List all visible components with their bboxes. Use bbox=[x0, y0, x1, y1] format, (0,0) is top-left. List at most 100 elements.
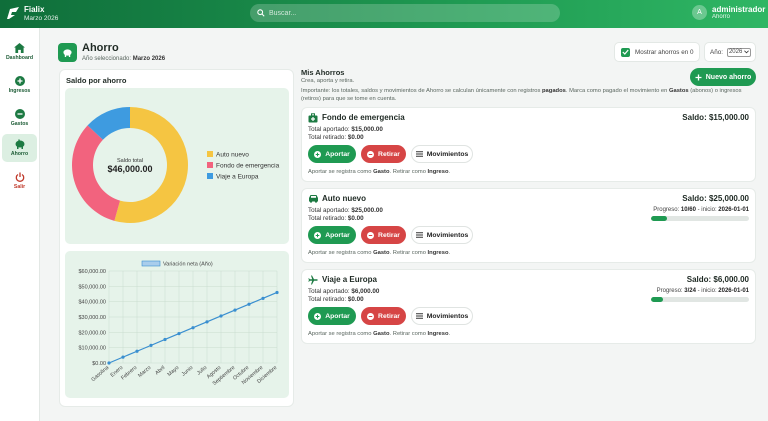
home-icon bbox=[14, 43, 25, 53]
medkit-icon bbox=[308, 113, 318, 123]
data-point[interactable] bbox=[261, 296, 265, 300]
retirar-button[interactable]: Retirar bbox=[361, 226, 406, 244]
footer-bold: Gasto bbox=[373, 331, 390, 337]
card-progress-text: Progreso: 3/24 - inicio: 2026-01-01 bbox=[657, 288, 749, 294]
progress-label: Progreso: bbox=[653, 207, 680, 213]
inicio-label: - inicio: bbox=[697, 207, 717, 213]
donut-chart: Saldo total $46,000.00 Auto nuevoFondo d… bbox=[72, 107, 280, 223]
x-tick-label: Mayo bbox=[167, 365, 181, 378]
check-icon bbox=[622, 49, 629, 55]
list-icon bbox=[415, 151, 423, 157]
retirar-button[interactable]: Retirar bbox=[361, 145, 406, 163]
card-progress-text: Progreso: 10/60 - inicio: 2026-01-01 bbox=[653, 207, 749, 213]
progress-value: 3/24 bbox=[684, 288, 696, 294]
data-point[interactable] bbox=[163, 337, 167, 342]
legend-swatch bbox=[207, 162, 213, 168]
ahorro-card: Fondo de emergencia Saldo: $15,000.00 To… bbox=[301, 107, 756, 182]
x-tick-label: Abril bbox=[154, 365, 166, 376]
search-input[interactable] bbox=[269, 9, 549, 17]
chevron-down-icon bbox=[744, 50, 750, 54]
card-total-retirado: Total retirado: $0.00 bbox=[308, 215, 364, 222]
sidebar-item-dashboard[interactable]: Dashboard bbox=[2, 38, 37, 66]
y-tick-label: $10,000.00 bbox=[78, 346, 106, 352]
card-total-aportado: Total aportado: $25,000.00 bbox=[308, 207, 383, 214]
footer-text: Aportar se registra como bbox=[308, 250, 374, 256]
aportar-button[interactable]: Aportar bbox=[308, 145, 356, 163]
data-point[interactable] bbox=[121, 355, 125, 359]
data-point[interactable] bbox=[177, 332, 181, 336]
retirar-label: Retirar bbox=[378, 150, 400, 158]
legend-label: Auto nuevo bbox=[216, 152, 249, 159]
minus-circle-icon bbox=[367, 150, 375, 158]
retirado-label: Total retirado: bbox=[308, 296, 347, 303]
aportado-value: $6,000.00 bbox=[351, 288, 380, 295]
card-saldo: Saldo: $15,000.00 bbox=[682, 113, 749, 122]
search-bar[interactable] bbox=[250, 4, 560, 22]
data-point[interactable] bbox=[135, 349, 139, 353]
data-point[interactable] bbox=[191, 326, 195, 330]
card-total-retirado: Total retirado: $0.00 bbox=[308, 296, 364, 303]
avatar[interactable]: A bbox=[692, 5, 707, 20]
year-select[interactable]: 2026 bbox=[726, 47, 752, 57]
minus-circle-icon bbox=[367, 312, 375, 320]
footer-text: . Retirar como bbox=[389, 250, 428, 256]
plus-circle-icon bbox=[314, 150, 322, 158]
data-point[interactable] bbox=[247, 302, 251, 306]
sidebar-item-ingresos[interactable]: Ingresos bbox=[2, 71, 37, 99]
movimientos-button[interactable]: Movimientos bbox=[411, 307, 473, 325]
ahorro-card: Viaje a Europa Saldo: $6,000.00 Total ap… bbox=[301, 269, 756, 344]
card-total-aportado: Total aportado: $15,000.00 bbox=[308, 126, 383, 133]
sidebar-item-label: Ahorro bbox=[10, 151, 29, 157]
nuevo-ahorro-button[interactable]: Nuevo ahorro bbox=[690, 68, 756, 86]
legend-swatch bbox=[207, 151, 213, 157]
x-tick-label: Junio bbox=[181, 365, 195, 378]
retirar-button[interactable]: Retirar bbox=[361, 307, 406, 325]
show-zero-label: Mostrar ahorros en 0 bbox=[635, 48, 694, 56]
legend-label: Fondo de emergencia bbox=[216, 163, 280, 170]
minus-circle-icon bbox=[367, 231, 375, 239]
brand: Fialix Marzo 2026 bbox=[24, 5, 58, 22]
card-name: Viaje a Europa bbox=[322, 275, 377, 284]
plane-icon bbox=[308, 275, 318, 285]
y-tick-label: $30,000.00 bbox=[78, 315, 106, 321]
retirar-label: Retirar bbox=[378, 231, 400, 239]
page-title: Ahorro bbox=[82, 42, 119, 54]
note-bold: pagados bbox=[542, 88, 566, 94]
user-menu[interactable]: A administrador Ahorro bbox=[692, 5, 765, 20]
movimientos-button[interactable]: Movimientos bbox=[411, 226, 473, 244]
footer-text: . bbox=[448, 250, 451, 256]
top-bar: Fialix Marzo 2026 A administrador Ahorro bbox=[0, 0, 768, 28]
footer-text: Aportar se registra como bbox=[308, 331, 374, 337]
data-point[interactable] bbox=[205, 320, 209, 324]
retirado-value: $0.00 bbox=[347, 134, 364, 141]
sidebar-item-label: Salir bbox=[13, 184, 26, 190]
aportar-button[interactable]: Aportar bbox=[308, 307, 356, 325]
footer-bold: Gasto bbox=[373, 169, 390, 175]
progress-bar bbox=[651, 216, 749, 221]
year-label: Año: bbox=[710, 48, 723, 56]
list-icon bbox=[415, 232, 423, 238]
data-point[interactable] bbox=[219, 314, 223, 318]
movimientos-label: Movimientos bbox=[426, 231, 469, 239]
show-zero-toggle[interactable]: Mostrar ahorros en 0 bbox=[614, 42, 700, 62]
sidebar-item-ahorro[interactable]: Ahorro bbox=[2, 134, 37, 162]
aportado-label: Total aportado: bbox=[308, 126, 350, 133]
data-point[interactable] bbox=[107, 361, 111, 365]
aportar-button[interactable]: Aportar bbox=[308, 226, 356, 244]
data-point[interactable] bbox=[149, 343, 153, 347]
inicio-label: - inicio: bbox=[697, 288, 717, 294]
retirado-value: $0.00 bbox=[347, 215, 364, 222]
legend-label: Viaje a Europa bbox=[216, 174, 259, 181]
selected-label: Año seleccionado: bbox=[82, 56, 132, 62]
sidebar-item-gastos[interactable]: Gastos bbox=[2, 104, 37, 132]
movimientos-button[interactable]: Movimientos bbox=[411, 145, 473, 163]
movimientos-label: Movimientos bbox=[426, 312, 469, 320]
footer-text: Aportar se registra como bbox=[308, 169, 374, 175]
retirado-value: $0.00 bbox=[347, 296, 364, 303]
card-total-aportado: Total aportado: $6,000.00 bbox=[308, 288, 379, 295]
show-zero-checkbox[interactable] bbox=[621, 47, 630, 57]
data-point[interactable] bbox=[275, 290, 279, 295]
sidebar-item-salir[interactable]: Salir bbox=[2, 167, 37, 195]
data-point[interactable] bbox=[233, 308, 237, 312]
retirado-label: Total retirado: bbox=[308, 215, 347, 222]
